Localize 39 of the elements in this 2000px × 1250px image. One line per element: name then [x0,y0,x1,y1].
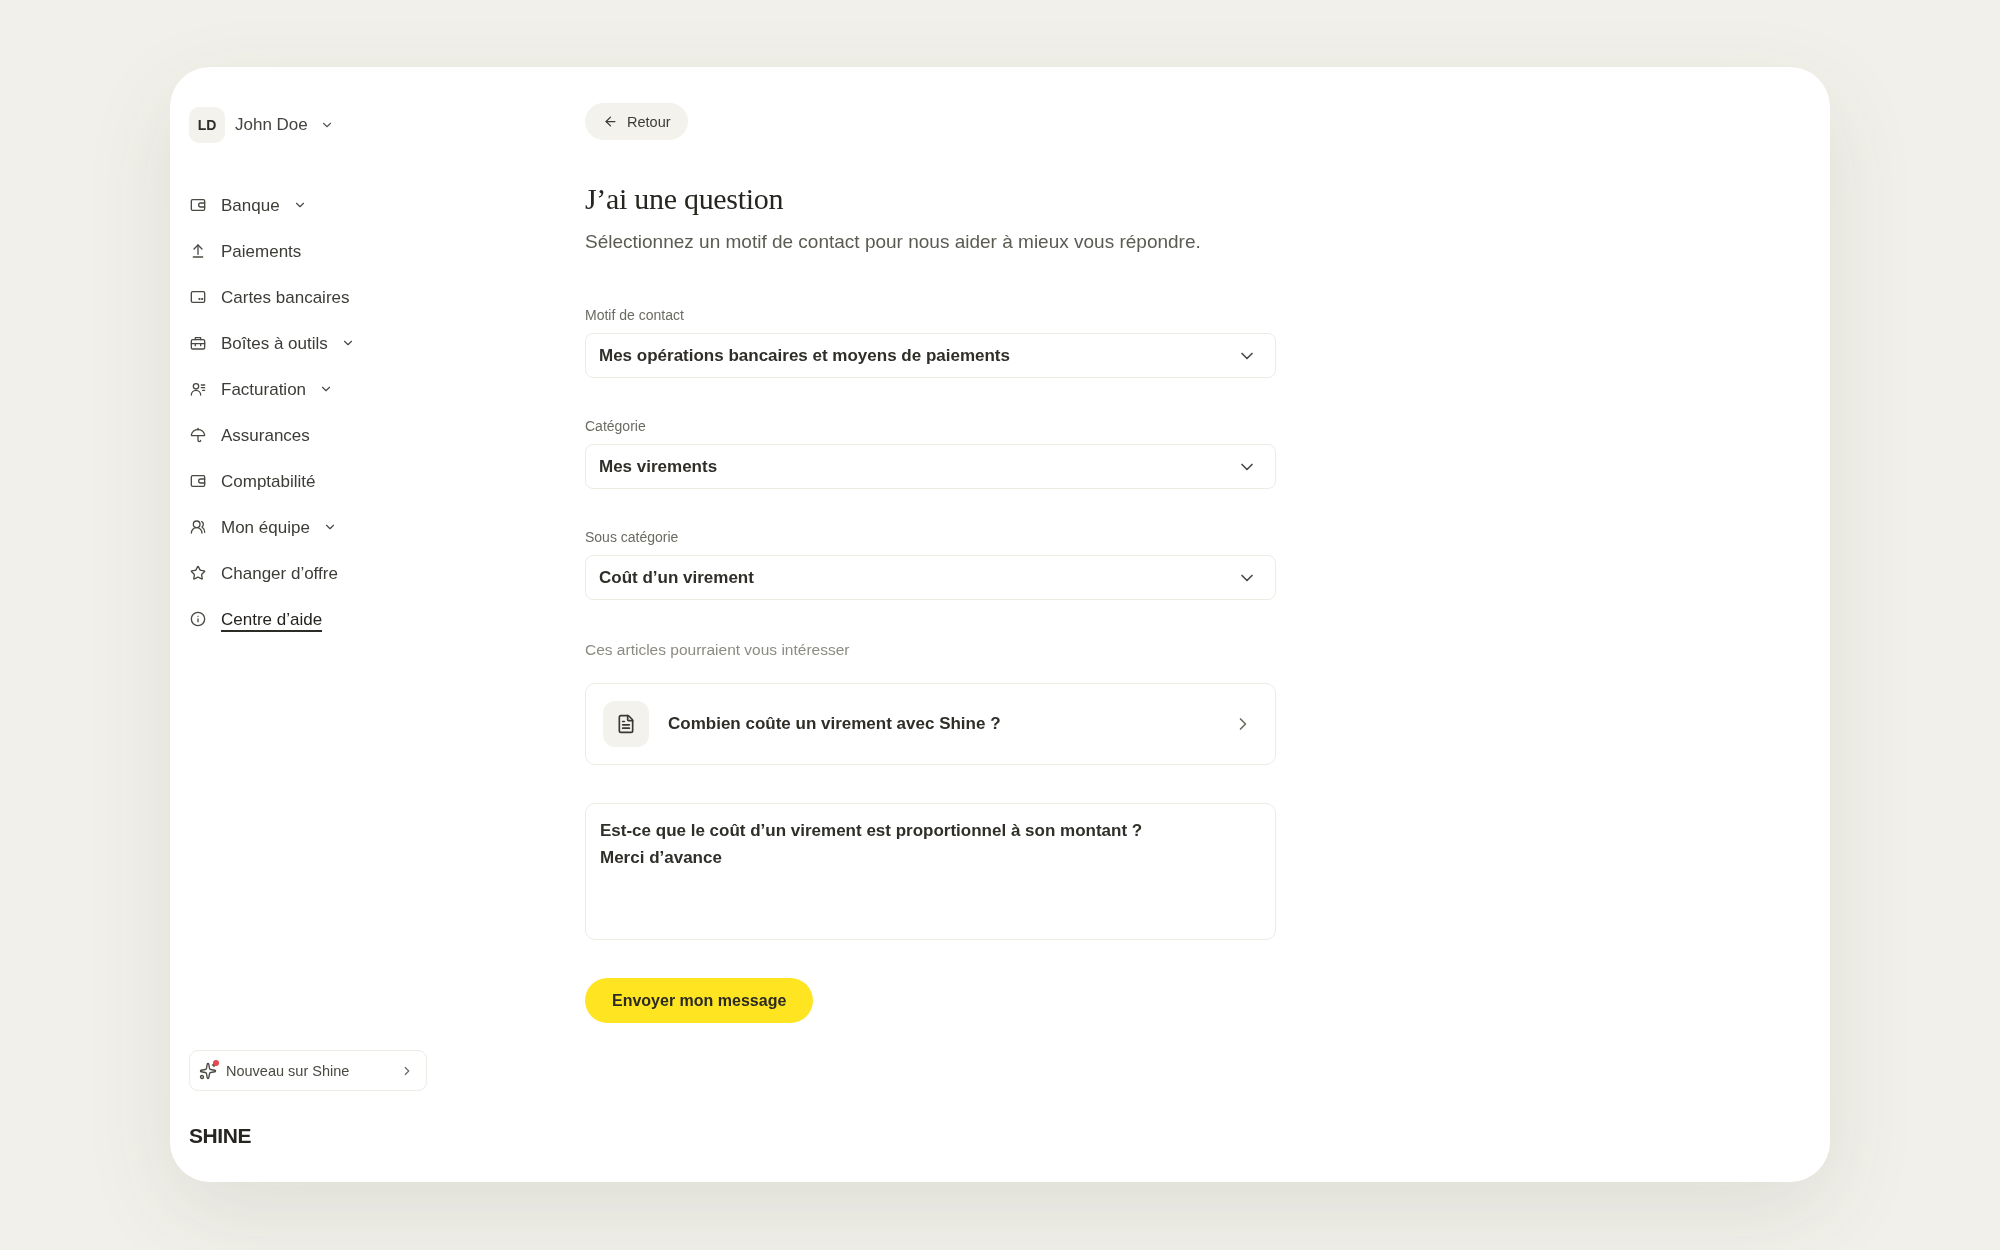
users-icon [190,519,206,535]
sidebar-item[interactable]: Paiements [189,228,302,274]
info-icon [190,611,206,627]
document-icon [603,701,649,747]
page-subtitle: Sélectionnez un motif de contact pour nous aider à mieux vous répondre. [585,230,1201,254]
brand-logo: SHINE [189,1124,252,1148]
wallet-icon [190,473,206,489]
message-field[interactable]: Est-ce que le coût d’un virement est proportionnel à son montant ? Merci d’avance [585,803,1276,940]
select-field[interactable]: Mes virements [585,444,1276,489]
sparkles-icon [199,1061,217,1080]
umbrella-icon [190,427,206,443]
section-heading: Ces articles pourraient vous intéresser [585,640,850,660]
field-label: Catégorie [585,417,646,435]
account-menu-button[interactable]: John Doe [235,115,334,135]
field-label: Motif de contact [585,306,684,324]
avatar: LD [189,107,225,143]
user-list-icon [190,381,206,397]
select-field[interactable]: Coût d’un virement [585,555,1276,600]
sidebar-item[interactable]: Mon équipe [189,504,337,550]
card-icon [190,289,206,305]
sidebar-item[interactable]: Boîtes à outils [189,320,355,366]
whats-new-button[interactable]: Nouveau sur Shine [189,1050,427,1091]
select-field[interactable]: Mes opérations bancaires et moyens de paiements [585,333,1276,378]
sidebar-item[interactable]: Cartes bancaires [189,274,350,320]
sidebar-item[interactable]: Comptabilité [189,458,316,504]
sidebar-item[interactable]: Changer d’offre [189,550,338,596]
sidebar-item[interactable]: Banque [189,182,307,228]
back-button[interactable]: Retour [585,103,688,140]
field-label: Sous catégorie [585,528,679,546]
sidebar-item[interactable]: Assurances [189,412,310,458]
upload-icon [190,243,206,259]
wallet-icon [190,197,206,213]
submit-button[interactable]: Envoyer mon message [585,978,814,1023]
sidebar-item[interactable]: Centre d’aide [189,596,323,642]
page-title: J’ai une question [585,181,784,217]
sidebar-item[interactable]: Facturation [189,366,334,412]
star-icon [190,565,206,581]
article-link[interactable]: Combien coûte un virement avec Shine ? [585,683,1276,765]
toolbox-icon [190,335,206,351]
